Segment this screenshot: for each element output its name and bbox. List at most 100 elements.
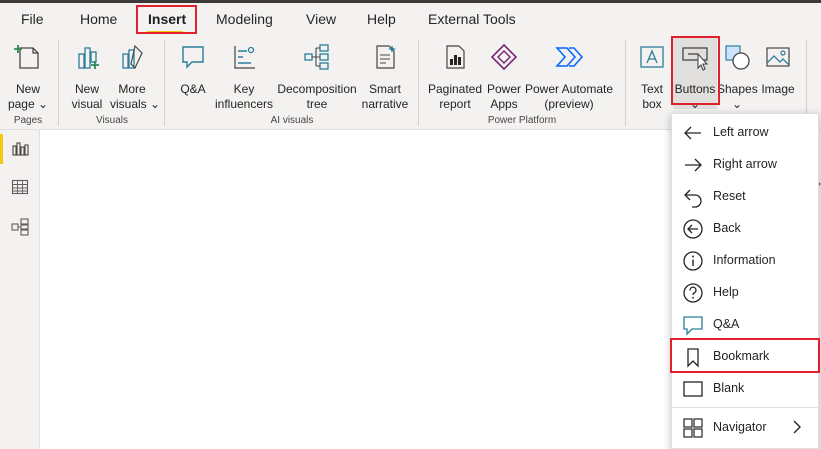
menu-label: Right arrow: [713, 157, 777, 171]
smart-narrative-icon: [376, 45, 396, 69]
paginated-report-label-2: report: [439, 97, 471, 111]
new-visual-label-2: visual: [71, 97, 103, 111]
shapes-icon: [725, 45, 750, 70]
menu-item-back[interactable]: Back: [672, 212, 820, 244]
power-automate-button[interactable]: Power Automate (preview): [523, 40, 615, 112]
active-view-indicator: [0, 134, 3, 164]
more-visuals-icon: [122, 44, 143, 70]
bar-chart-icon: [78, 47, 99, 69]
shapes-button[interactable]: Shapes ⌄: [717, 40, 758, 112]
tab-file[interactable]: File: [21, 11, 44, 27]
menu-label: Reset: [713, 189, 746, 203]
menu-item-help[interactable]: Help: [672, 276, 820, 308]
menu-item-blank[interactable]: Blank: [672, 372, 820, 404]
qa-icon: [182, 46, 204, 69]
reset-icon: [684, 189, 702, 208]
menu-item-right-arrow[interactable]: Right arrow: [672, 148, 820, 180]
text-box-icon: [640, 46, 664, 68]
paginated-report-icon: [446, 45, 465, 69]
power-automate-label-2: (preview): [544, 97, 594, 111]
text-box-label-2: box: [642, 97, 662, 111]
menu-item-qa[interactable]: Q&A: [672, 308, 820, 340]
power-automate-icon: [555, 47, 584, 67]
view-switcher-sidebar: [0, 130, 40, 449]
tab-home[interactable]: Home: [80, 11, 117, 27]
group-label-visuals: Visuals: [95, 115, 129, 126]
submenu-chevron-icon: [793, 420, 801, 434]
new-page-label-2: page ⌄: [7, 97, 49, 111]
new-page-label-1: New: [15, 82, 40, 96]
smart-narrative-label-2: narrative: [361, 97, 409, 111]
image-icon: [766, 47, 790, 67]
group-label-ai-visuals: AI visuals: [270, 115, 314, 126]
bookmark-highlight: [670, 338, 820, 373]
shapes-label-2: ⌄: [731, 97, 743, 111]
smart-narrative-label-1: Smart: [368, 82, 401, 96]
report-view-icon[interactable]: [11, 140, 29, 158]
menu-label: Blank: [713, 381, 745, 395]
decomposition-tree-icon: [304, 44, 329, 70]
group-label-power-platform: Power Platform: [487, 115, 557, 126]
qa-button[interactable]: Q&A: [172, 40, 214, 112]
left-arrow-icon: [684, 126, 701, 140]
menu-item-reset[interactable]: Reset: [672, 180, 820, 212]
decomposition-tree-label-1: Decomposition: [277, 82, 357, 96]
group-label-pages: Pages: [13, 115, 43, 126]
decomposition-tree-button[interactable]: Decomposition tree: [275, 40, 359, 112]
insert-tab-highlight: [136, 5, 197, 34]
blank-icon: [683, 381, 703, 397]
qa-icon: [683, 316, 703, 336]
key-influencers-label-2: influencers: [214, 97, 274, 111]
ribbon-tab-bar: File Home Insert Modeling View Help Exte…: [0, 3, 821, 34]
new-page-button[interactable]: New page ⌄: [4, 40, 52, 112]
smart-narrative-button[interactable]: Smart narrative: [359, 40, 411, 112]
paginated-report-label-1: Paginated: [427, 82, 483, 96]
back-icon: [683, 219, 703, 239]
power-apps-icon: [490, 43, 518, 71]
text-box-button[interactable]: Text box: [632, 40, 672, 112]
menu-item-left-arrow[interactable]: Left arrow: [672, 116, 820, 148]
paginated-report-button[interactable]: Paginated report: [425, 40, 485, 112]
model-view-icon[interactable]: [11, 218, 29, 236]
tab-help[interactable]: Help: [367, 11, 396, 27]
power-apps-button[interactable]: Power Apps: [485, 40, 523, 112]
more-visuals-label-2: visuals ⌄: [110, 97, 161, 111]
information-icon: [683, 251, 703, 271]
tab-modeling[interactable]: Modeling: [216, 11, 273, 27]
tab-external-tools[interactable]: External Tools: [428, 11, 516, 27]
key-influencers-label-1: Key: [233, 82, 255, 96]
separator: [625, 40, 626, 126]
menu-item-information[interactable]: Information: [672, 244, 820, 276]
menu-label: Back: [713, 221, 741, 235]
key-influencers-icon: [234, 46, 255, 69]
menu-label: Help: [713, 285, 739, 299]
buttons-highlight: [671, 36, 720, 105]
decomposition-tree-label-2: tree: [306, 97, 328, 111]
power-apps-label-2: Apps: [490, 97, 518, 111]
buttons-dropdown-menu: Left arrow Right arrow Reset Back Inform…: [671, 113, 820, 449]
separator: [58, 40, 59, 126]
menu-label: Navigator: [713, 420, 767, 434]
power-apps-label-1: Power: [486, 82, 521, 96]
separator: [418, 40, 419, 126]
menu-label: Q&A: [713, 317, 740, 331]
tab-view[interactable]: View: [306, 11, 336, 27]
more-visuals-label-1: More: [118, 82, 146, 96]
key-influencers-button[interactable]: Key influencers: [214, 40, 274, 112]
menu-label: Information: [713, 253, 776, 267]
menu-label: Left arrow: [713, 125, 769, 139]
new-visual-label-1: New: [74, 82, 99, 96]
text-box-label-1: Text: [640, 82, 663, 96]
more-visuals-button[interactable]: More visuals ⌄: [110, 40, 160, 112]
shapes-label-1: Shapes: [717, 82, 758, 96]
image-button[interactable]: Image: [758, 40, 798, 112]
separator: [164, 40, 165, 126]
new-visual-button[interactable]: New visual: [65, 40, 109, 112]
menu-divider: [672, 407, 820, 408]
navigator-icon: [683, 418, 703, 438]
power-automate-label-1: Power Automate: [524, 82, 614, 96]
new-page-icon: [14, 45, 39, 69]
data-view-icon[interactable]: [11, 178, 29, 196]
menu-item-navigator[interactable]: Navigator: [672, 411, 820, 443]
right-arrow-icon: [685, 158, 702, 172]
